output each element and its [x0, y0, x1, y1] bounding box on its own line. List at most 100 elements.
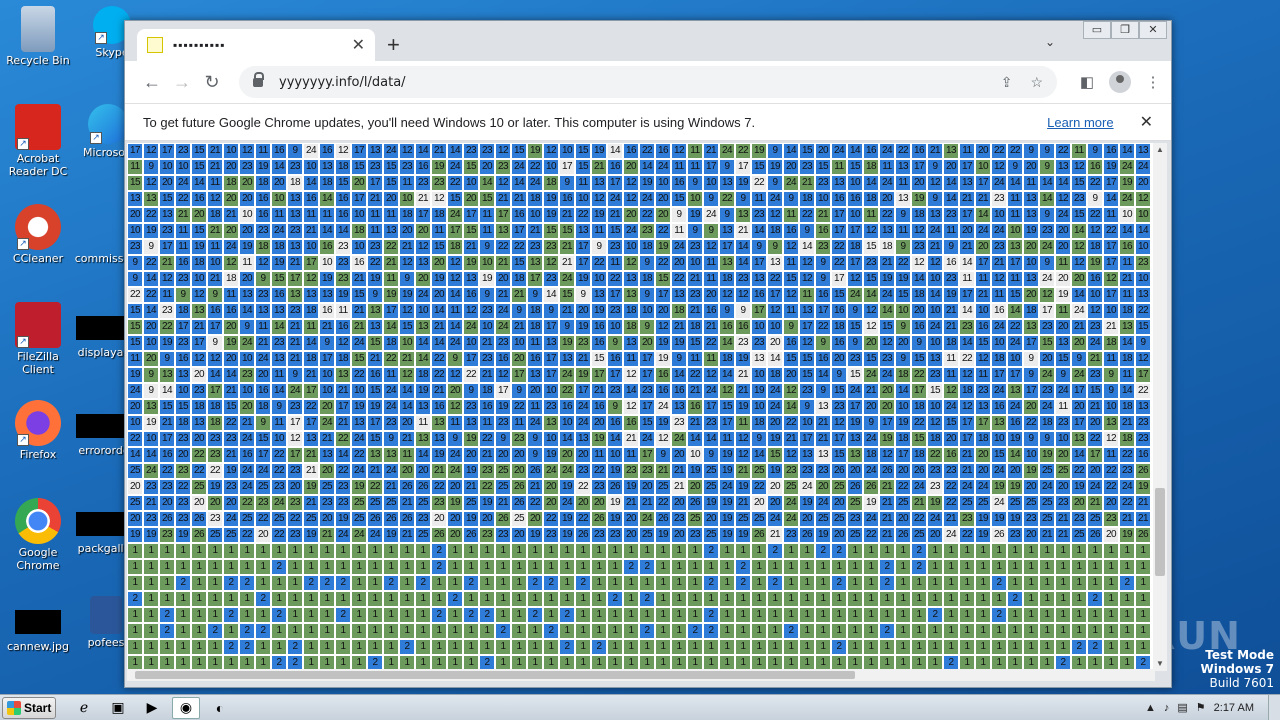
- grid-cell: 1: [175, 543, 191, 559]
- show-desktop-button[interactable]: [1268, 694, 1280, 720]
- volume-icon[interactable]: ♪: [1164, 702, 1170, 714]
- hscroll-thumb[interactable]: [135, 671, 855, 679]
- desktop-icon-cannew[interactable]: cannew.jpg: [0, 596, 76, 653]
- reload-icon[interactable]: ↻: [197, 72, 227, 93]
- desktop-icon-acrobat[interactable]: ↗ Acrobat Reader DC: [0, 104, 76, 178]
- grid-cell: 23: [335, 271, 351, 287]
- grid-cell: 1: [991, 591, 1007, 607]
- profile-avatar-icon[interactable]: [1109, 71, 1131, 93]
- grid-cell: 21: [991, 255, 1007, 271]
- start-button[interactable]: Start: [2, 696, 56, 719]
- close-infobar-icon[interactable]: ✕: [1140, 112, 1153, 132]
- grid-cell: 23: [1087, 319, 1103, 335]
- grid-cell: 17: [367, 415, 383, 431]
- grid-cell: 2: [527, 575, 543, 591]
- grid-cell: 1: [383, 607, 399, 623]
- grid-cell: 20: [255, 367, 271, 383]
- grid-cell: 15: [431, 239, 447, 255]
- chrome-taskbar-icon[interactable]: ◉: [172, 696, 200, 719]
- desktop-icon-ccleaner[interactable]: ↗ CCleaner: [0, 204, 76, 265]
- grid-cell: 19: [399, 287, 415, 303]
- desktop-icon-firefox[interactable]: ↗ Firefox: [0, 400, 76, 461]
- grid-cell: 15: [543, 223, 559, 239]
- share-icon[interactable]: ⇪: [1001, 74, 1013, 91]
- grid-cell: 11: [783, 303, 799, 319]
- desktop-icon-recycle-bin[interactable]: Recycle Bin: [0, 6, 76, 67]
- grid-cell: 21: [559, 239, 575, 255]
- grid-cell: 14: [127, 447, 143, 463]
- grid-cell: 10: [143, 431, 159, 447]
- learn-more-link[interactable]: Learn more: [1047, 115, 1113, 130]
- bookmark-star-icon[interactable]: ☆: [1030, 74, 1043, 91]
- new-tab-button[interactable]: +: [387, 33, 400, 57]
- grid-cell: 1: [1135, 559, 1151, 575]
- grid-cell: 24: [383, 143, 399, 159]
- address-bar[interactable]: yyyyyyy.info/l/data/ ⇪ ☆: [239, 66, 1057, 98]
- browser-tab[interactable]: ▪▪▪▪▪▪▪▪▪▪ ✕: [137, 29, 375, 61]
- tab-search-chevron-icon[interactable]: ⌄: [1045, 35, 1055, 49]
- ie-icon[interactable]: ℯ: [70, 697, 98, 719]
- grid-cell: 23: [431, 175, 447, 191]
- grid-cell: 1: [1007, 607, 1023, 623]
- grid-cell: 15: [975, 335, 991, 351]
- url-text[interactable]: yyyyyyy.info/l/data/: [279, 75, 983, 90]
- grid-cell: 14: [1119, 335, 1135, 351]
- media-player-icon[interactable]: ▶: [138, 697, 166, 719]
- grid-cell: 20: [447, 479, 463, 495]
- scroll-up-icon[interactable]: ▲: [1153, 143, 1167, 157]
- grid-cell: 18: [319, 175, 335, 191]
- grid-cell: 17: [559, 159, 575, 175]
- grid-cell: 19: [767, 463, 783, 479]
- close-tab-icon[interactable]: ✕: [352, 35, 365, 55]
- grid-cell: 22: [815, 319, 831, 335]
- forward-arrow-icon[interactable]: →: [167, 72, 197, 93]
- grid-cell: 1: [1007, 543, 1023, 559]
- grid-cell: 1: [863, 543, 879, 559]
- maximize-button[interactable]: ❐: [1111, 21, 1139, 39]
- grid-cell: 13: [735, 207, 751, 223]
- clock[interactable]: 2:17 AM: [1214, 702, 1254, 714]
- menu-kebab-icon[interactable]: ⋮: [1137, 73, 1169, 91]
- grid-cell: 24: [703, 383, 719, 399]
- action-center-flag-icon[interactable]: ⚑: [1196, 701, 1206, 714]
- close-window-button[interactable]: ✕: [1139, 21, 1167, 39]
- desktop-icon-filezilla[interactable]: ↗ FileZilla Client: [0, 302, 76, 376]
- grid-cell: 22: [575, 207, 591, 223]
- grid-cell: 16: [735, 319, 751, 335]
- edge-taskbar-icon[interactable]: ◐: [206, 697, 234, 719]
- grid-cell: 12: [623, 175, 639, 191]
- grid-cell: 10: [607, 319, 623, 335]
- side-panel-icon[interactable]: ◧: [1071, 73, 1103, 91]
- grid-cell: 24: [463, 319, 479, 335]
- grid-cell: 23: [751, 207, 767, 223]
- grid-cell: 25: [1039, 463, 1055, 479]
- grid-cell: 24: [879, 143, 895, 159]
- back-arrow-icon[interactable]: ←: [137, 72, 167, 93]
- grid-cell: 24: [239, 335, 255, 351]
- desktop-icon-chrome[interactable]: Google Chrome: [0, 498, 76, 572]
- grid-cell: 9: [607, 335, 623, 351]
- tray-expand-icon[interactable]: ▲: [1145, 702, 1156, 714]
- grid-cell: 21: [735, 367, 751, 383]
- grid-cell: 9: [943, 239, 959, 255]
- scroll-thumb[interactable]: [1155, 488, 1165, 576]
- grid-cell: 1: [975, 639, 991, 655]
- grid-cell: 19: [351, 399, 367, 415]
- grid-cell: 24: [991, 223, 1007, 239]
- grid-cell: 9: [255, 271, 271, 287]
- network-icon[interactable]: ▤: [1177, 701, 1187, 714]
- grid-cell: 19: [127, 367, 143, 383]
- grid-cell: 19: [159, 335, 175, 351]
- grid-cell: 15: [559, 223, 575, 239]
- grid-cell: 23: [495, 415, 511, 431]
- explorer-folder-icon[interactable]: ▣: [104, 697, 132, 719]
- grid-cell: 1: [607, 575, 623, 591]
- minimize-button[interactable]: ▭: [1083, 21, 1111, 39]
- vertical-scrollbar[interactable]: ▲ ▼: [1153, 143, 1167, 671]
- grid-cell: 1: [703, 591, 719, 607]
- grid-cell: 23: [479, 303, 495, 319]
- horizontal-scrollbar[interactable]: [127, 669, 1155, 681]
- chrome-window: ▪▪▪▪▪▪▪▪▪▪ ✕ + ⌄ ▭ ❐ ✕ ← → ↻ yyyyyyy.inf…: [124, 20, 1172, 688]
- scroll-down-icon[interactable]: ▼: [1153, 657, 1167, 671]
- grid-cell: 22: [1135, 383, 1151, 399]
